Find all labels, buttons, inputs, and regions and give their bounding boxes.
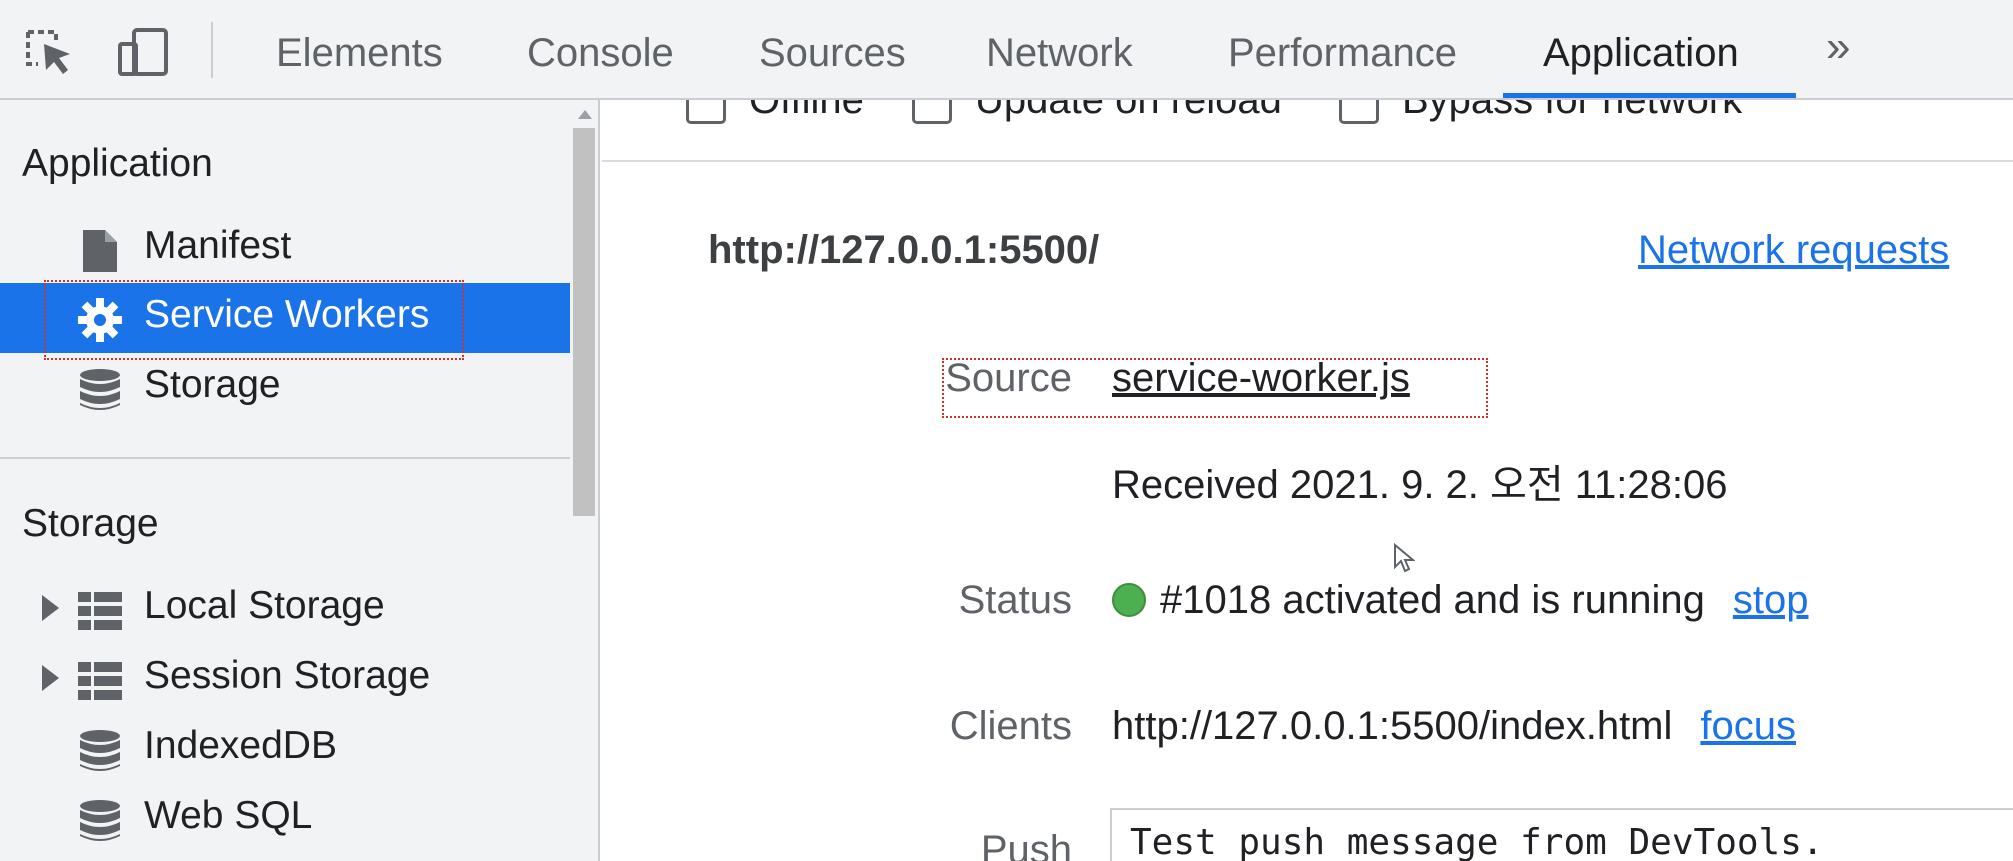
mouse-cursor-icon <box>1393 542 1416 573</box>
sidebar-item-local-storage[interactable]: Local Storage <box>0 574 570 644</box>
focus-outline-service-workers <box>44 280 464 360</box>
push-message-input[interactable]: Test push message from DevTools. <box>1110 808 2013 861</box>
clients-label: Clients <box>949 704 1072 748</box>
sidebar-section-application: Application <box>22 142 213 185</box>
source-label: Source <box>945 356 1072 400</box>
push-message-text: Test push message from DevTools. <box>1130 822 1824 861</box>
offline-label: Offline <box>749 100 864 122</box>
sidebar-item-manifest[interactable]: Manifest <box>0 214 570 284</box>
sidebar-item-indexeddb[interactable]: IndexedDB <box>0 714 570 784</box>
options-row: Offline Update on reload Bypass for netw… <box>602 100 2013 162</box>
toolbar-separator <box>211 22 213 78</box>
stop-link[interactable]: stop <box>1733 578 1809 622</box>
sidebar-item-label: Session Storage <box>144 654 431 697</box>
expand-arrow-icon[interactable] <box>42 665 59 691</box>
sidebar-item-label: IndexedDB <box>144 724 337 767</box>
database-icon <box>77 367 123 413</box>
database-icon <box>77 728 123 774</box>
status-text: #1018 activated and is running <box>1160 578 1705 622</box>
offline-checkbox[interactable] <box>686 100 726 124</box>
more-tabs-icon[interactable]: » <box>1826 22 1851 72</box>
grid-icon <box>77 658 123 704</box>
device-toggle-icon[interactable] <box>116 26 172 78</box>
scroll-up-arrow-icon[interactable] <box>578 110 592 119</box>
tab-application[interactable]: Application <box>1543 0 1739 98</box>
update-on-reload-label: Update on reload <box>975 100 1282 122</box>
sidebar-section-storage: Storage <box>22 502 159 545</box>
database-icon <box>77 798 123 844</box>
sidebar-item-web-sql[interactable]: Web SQL <box>0 784 570 854</box>
sidebar-item-label: Local Storage <box>144 584 385 627</box>
source-link[interactable]: service-worker.js <box>1112 356 1410 401</box>
focus-link[interactable]: focus <box>1700 704 1796 748</box>
sidebar-item-label: Manifest <box>144 224 292 267</box>
bypass-for-network-label: Bypass for network <box>1402 100 1743 122</box>
sidebar-item-label: Web SQL <box>144 794 313 837</box>
client-url: http://127.0.0.1:5500/index.html <box>1112 704 1673 748</box>
active-tab-indicator <box>1503 93 1796 98</box>
tab-console[interactable]: Console <box>527 0 674 98</box>
file-icon <box>77 228 123 274</box>
grid-icon <box>77 588 123 634</box>
push-label: Push <box>980 828 1072 861</box>
sidebar-scrollbar[interactable] <box>570 100 600 861</box>
bypass-for-network-checkbox[interactable] <box>1339 100 1379 124</box>
status-value: #1018 activated and is running stop <box>1112 578 1808 623</box>
tab-network[interactable]: Network <box>986 0 1133 98</box>
sidebar-item-session-storage[interactable]: Session Storage <box>0 644 570 714</box>
scrollbar-thumb[interactable] <box>573 128 595 516</box>
received-timestamp: Received 2021. 9. 2. 오전 11:28:06 <box>1112 463 1728 507</box>
status-label: Status <box>958 578 1072 622</box>
sidebar: Application Manifest Service Workers Sto… <box>0 100 570 861</box>
service-workers-panel: Offline Update on reload Bypass for netw… <box>602 100 2013 861</box>
sidebar-divider <box>0 457 570 459</box>
tab-sources[interactable]: Sources <box>759 0 906 98</box>
update-on-reload-checkbox[interactable] <box>912 100 952 124</box>
tab-performance[interactable]: Performance <box>1228 0 1457 98</box>
expand-arrow-icon[interactable] <box>42 595 59 621</box>
status-running-indicator <box>1112 583 1146 617</box>
network-requests-link[interactable]: Network requests <box>1638 228 1949 273</box>
element-picker-icon[interactable] <box>22 26 78 78</box>
sidebar-item-storage[interactable]: Storage <box>0 353 570 423</box>
sidebar-item-label: Storage <box>144 363 281 406</box>
tab-elements[interactable]: Elements <box>276 0 443 98</box>
clients-value: http://127.0.0.1:5500/index.html focus <box>1112 704 1796 749</box>
worker-origin: http://127.0.0.1:5500/ <box>708 228 1100 272</box>
devtools-toolbar: Elements Console Sources Network Perform… <box>0 0 2013 100</box>
